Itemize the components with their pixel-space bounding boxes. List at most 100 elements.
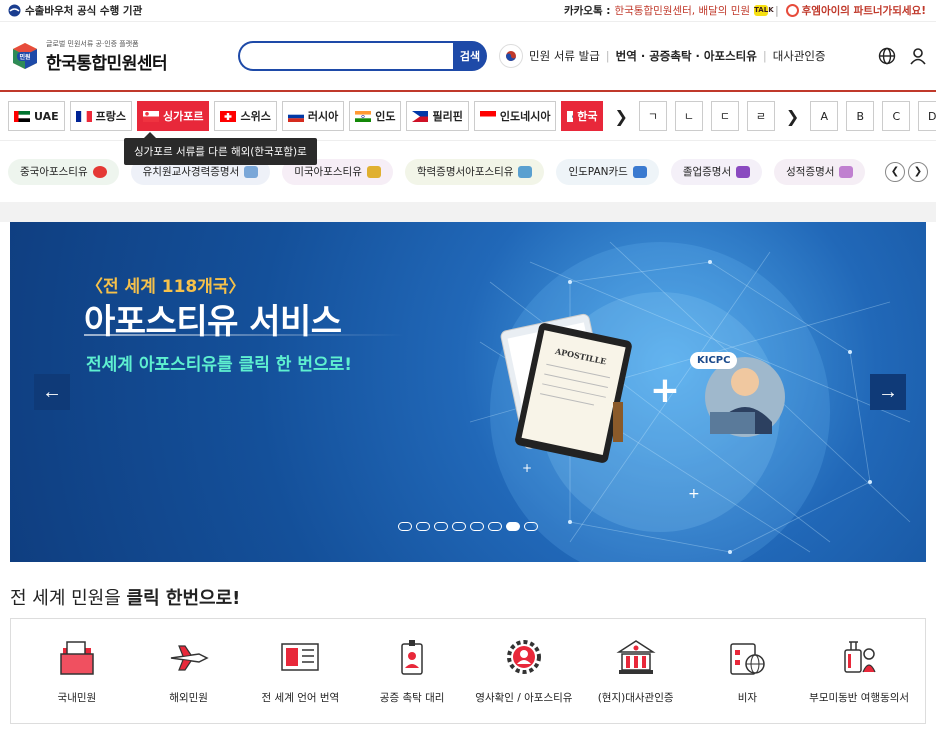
pagination-dot[interactable] — [524, 522, 538, 531]
user-icon[interactable] — [910, 47, 926, 65]
tag-chip[interactable]: 인도PAN카드 — [556, 158, 659, 185]
country-label: UAE — [34, 109, 59, 123]
india-flag-icon — [355, 110, 372, 122]
tag-chip[interactable]: 학력증명서아포스티유 — [404, 158, 545, 185]
country-filter-row: UAE 프랑스 싱가포르 스위스 러시아 인도 필리핀 인도네시아 한국 ❯ ㄱㄴㄷㄹ ❯ AB… — [0, 92, 936, 165]
kakao-label: 카카오톡 : — [563, 5, 611, 17]
country-label: 필리핀 — [432, 110, 463, 123]
indonesia-flag-icon — [479, 110, 496, 122]
kakao-talk-icon[interactable]: TALK — [754, 5, 774, 16]
banner-underline — [84, 334, 404, 336]
service-item[interactable]: 영사확인 / 아포스티유 — [474, 638, 574, 705]
svg-text:+: + — [688, 486, 700, 502]
pagination-dot[interactable] — [470, 522, 484, 531]
headline-suffix: ! — [232, 588, 241, 609]
svg-text:+: + — [650, 370, 680, 411]
service-item[interactable]: (현지)대사관인증 — [586, 638, 686, 705]
pagination-dot[interactable] — [416, 522, 430, 531]
service-label: 부모미동반 여행동의서 — [809, 691, 910, 704]
divider: | — [775, 4, 779, 17]
letter-button[interactable]: A — [810, 101, 839, 131]
country-button-uae[interactable]: UAE — [8, 101, 65, 131]
korean-letters-arrow[interactable]: ❯ — [614, 107, 627, 126]
gear-person-icon — [504, 638, 544, 680]
search-button[interactable]: 검색 — [453, 41, 487, 71]
tags-prev-button[interactable]: ❮ — [885, 161, 905, 182]
letter-button[interactable]: ㄴ — [674, 101, 703, 131]
tag-label: 성적증명서 — [786, 166, 835, 178]
id-badge-icon — [392, 638, 432, 680]
search-input[interactable] — [238, 41, 453, 71]
nav-translate[interactable]: 번역 · 공증촉탁 · 아포스티유 — [616, 48, 757, 64]
svg-text:민원: 민원 — [19, 53, 30, 61]
site-logo[interactable]: 민원 글로벌 민원서류 공·인증 플랫폼 한국통합민원센터 — [10, 39, 230, 74]
country-button-india[interactable]: 인도 — [349, 101, 402, 131]
tag-label: 학력증명서아포스티유 — [416, 166, 514, 178]
service-item[interactable]: 부모미동반 여행동의서 — [809, 638, 909, 705]
banner-pagination — [398, 522, 538, 531]
globe-icon[interactable] — [878, 47, 896, 65]
country-button-russia[interactable]: 러시아 — [281, 101, 345, 131]
singapore-flag-icon — [143, 110, 159, 122]
tag-label: 졸업증명서 — [682, 166, 732, 178]
service-label: 공증 촉탁 대리 — [379, 691, 445, 704]
divider: | — [762, 49, 767, 63]
pagination-dot[interactable] — [434, 522, 448, 531]
country-button-philippines[interactable]: 필리핀 — [406, 101, 469, 131]
pagination-dot[interactable] — [506, 522, 520, 531]
country-button-indonesia[interactable]: 인도네시아 — [473, 101, 557, 131]
country-button-swiss[interactable]: 스위스 — [214, 101, 277, 131]
logo-emblem-icon: 민원 — [13, 43, 37, 69]
main-nav: 민원 서류 발급 | 번역 · 공증촉탁 · 아포스티유 | 대사관인증 — [499, 44, 826, 68]
partner-link[interactable]: 후엠아이의 파트너가되세요! — [785, 3, 926, 18]
nav-embassy[interactable]: 대사관인증 — [773, 48, 826, 64]
nav-issue[interactable]: 민원 서류 발급 — [529, 48, 600, 64]
official-agency-text: 수출바우처 공식 수행 기관 — [25, 5, 143, 17]
hero-banner: APOSTILLE + + + 〈전 세계 118개국〉 아포스티유 서비스 전… — [10, 222, 926, 562]
top-bar-right: 카카오톡 : 한국통합민원센터, 배달의 민원 TALK | 후엠아이의 파트너… — [564, 3, 926, 18]
country-button-singapore[interactable]: 싱가포르 — [137, 101, 210, 131]
service-label: (현지)대사관인증 — [597, 691, 674, 704]
letter-button[interactable]: B — [846, 101, 875, 131]
service-label: 전 세계 언어 번역 — [261, 691, 340, 704]
country-label: 인도 — [375, 110, 396, 123]
letter-button[interactable]: ㄷ — [710, 101, 739, 131]
tag-label: 유치원교사경력증명서 — [142, 166, 240, 178]
pagination-dot[interactable] — [452, 522, 466, 531]
service-label: 해외민원 — [169, 691, 208, 704]
banner-prev-button[interactable]: ← — [34, 374, 70, 410]
service-item[interactable]: 국내민원 — [27, 638, 127, 705]
country-label: 한국 — [577, 110, 598, 123]
letter-button[interactable]: ㄱ — [638, 101, 667, 131]
svg-text:+: + — [522, 461, 532, 475]
tag-chip[interactable]: 졸업증명서 — [670, 158, 763, 185]
letter-button[interactable]: D — [918, 101, 936, 131]
pagination-dot[interactable] — [398, 522, 412, 531]
tag-label: 중국아포스티유 — [20, 166, 88, 178]
country-button-korea[interactable]: 한국 — [561, 101, 604, 131]
korea-flag-icon — [567, 110, 574, 122]
tag-chip[interactable]: 중국아포스티유 — [8, 158, 119, 185]
letter-button[interactable]: ㄹ — [746, 101, 775, 131]
tag-icon — [839, 165, 854, 178]
header-icons — [878, 47, 926, 65]
tag-chip[interactable]: 성적증명서 — [774, 158, 866, 185]
tag-icon — [366, 165, 381, 178]
service-item[interactable]: 해외민원 — [139, 638, 239, 705]
section-gap — [0, 202, 936, 222]
letter-button[interactable]: C — [882, 101, 911, 131]
country-button-france[interactable]: 프랑스 — [69, 101, 132, 131]
tags-next-button[interactable]: ❯ — [908, 161, 928, 182]
service-item[interactable]: 전 세계 언어 번역 — [250, 638, 350, 705]
service-item[interactable]: 공증 촉탁 대리 — [362, 638, 462, 705]
latin-letters-arrow[interactable]: ❯ — [786, 107, 799, 126]
country-label: 스위스 — [240, 110, 271, 123]
banner-next-button[interactable]: → — [870, 374, 906, 410]
service-item[interactable]: 비자 — [697, 638, 797, 705]
pagination-dot[interactable] — [488, 522, 502, 531]
kakao-link[interactable]: 한국통합민원센터, 배달의 민원 — [614, 3, 750, 18]
airplane-icon — [169, 638, 209, 680]
swiss-flag-icon — [220, 110, 237, 122]
folder-icon — [57, 638, 97, 680]
russia-flag-icon — [287, 110, 304, 122]
